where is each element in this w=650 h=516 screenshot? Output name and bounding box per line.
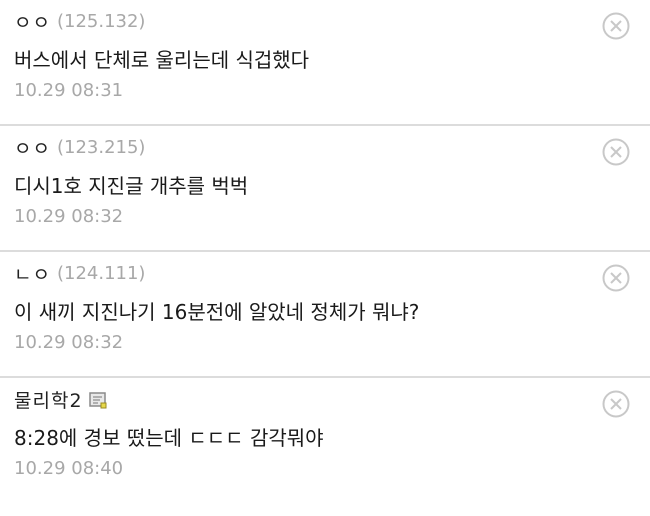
comment-ip: (123.215): [56, 136, 146, 158]
comment-nickname[interactable]: 물리학2: [14, 386, 83, 413]
comment-nickname[interactable]: ㅇㅇ: [14, 8, 51, 35]
comment-item: ㅇㅇ (125.132) 버스에서 단체로 울리는데 식겁했다 10.29 08…: [0, 0, 650, 126]
comment-item: ㄴㅇ (124.111) 이 새끼 지진나기 16분전에 알았네 정체가 뭐냐?…: [0, 252, 650, 378]
delete-comment-button[interactable]: [602, 138, 630, 166]
comment-ip: (124.111): [56, 262, 146, 284]
comment-text: 이 새끼 지진나기 16분전에 알았네 정체가 뭐냐?: [14, 300, 420, 324]
delete-comment-button[interactable]: [602, 12, 630, 40]
comment-meta: ㄴㅇ (124.111): [14, 260, 145, 286]
comment-ip: (125.132): [56, 10, 146, 32]
close-circle-icon: [602, 264, 630, 292]
comment-item: ㅇㅇ (123.215) 디시1호 지진글 개추를 벅벅 10.29 08:32: [0, 126, 650, 252]
comment-nickname[interactable]: ㅇㅇ: [14, 134, 51, 161]
comment-text: 버스에서 단체로 울리는데 식겁했다: [14, 48, 310, 72]
fixed-nick-badge-icon: [88, 391, 107, 409]
comment-nickname[interactable]: ㄴㅇ: [14, 260, 51, 287]
comment-meta: ㅇㅇ (125.132): [14, 8, 145, 34]
comment-timestamp: 10.29 08:31: [14, 80, 124, 101]
comment-item: 물리학2 8:28에 경보 떴는데 ㄷㄷㄷ 감각뭐야 10.29 08:40: [0, 378, 650, 504]
comment-meta: ㅇㅇ (123.215): [14, 134, 145, 160]
close-circle-icon: [602, 12, 630, 40]
close-circle-icon: [602, 390, 630, 418]
close-circle-icon: [602, 138, 630, 166]
comment-timestamp: 10.29 08:40: [14, 458, 124, 479]
comment-text: 8:28에 경보 떴는데 ㄷㄷㄷ 감각뭐야: [14, 426, 324, 450]
comment-list: ㅇㅇ (125.132) 버스에서 단체로 울리는데 식겁했다 10.29 08…: [0, 0, 650, 516]
comment-meta: 물리학2: [14, 386, 107, 412]
comment-timestamp: 10.29 08:32: [14, 332, 124, 353]
comment-timestamp: 10.29 08:32: [14, 206, 124, 227]
delete-comment-button[interactable]: [602, 390, 630, 418]
comment-text: 디시1호 지진글 개추를 벅벅: [14, 174, 249, 198]
delete-comment-button[interactable]: [602, 264, 630, 292]
